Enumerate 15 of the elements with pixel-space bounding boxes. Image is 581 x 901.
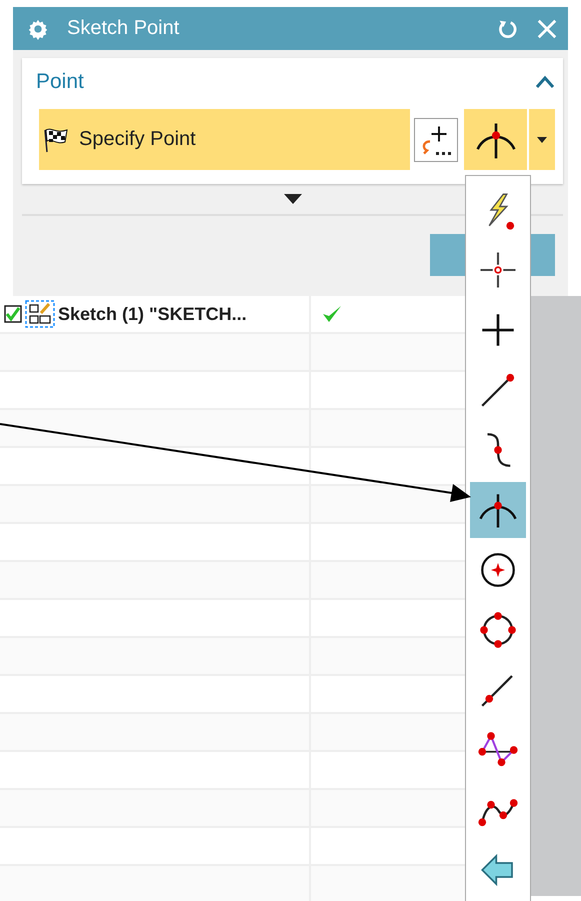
point-dialog-button[interactable]: [414, 118, 458, 162]
sketch-icon: [25, 300, 55, 328]
point-type-item[interactable]: [470, 482, 526, 538]
close-icon[interactable]: [536, 18, 558, 40]
group-title: Point: [36, 70, 84, 94]
dropdown-icon[interactable]: [537, 136, 547, 142]
selection-step[interactable]: Specify Point: [39, 109, 410, 170]
checkbox[interactable]: [4, 305, 22, 323]
settings-icon[interactable]: [27, 18, 49, 40]
collapse-icon[interactable]: [535, 75, 555, 89]
feature-name: Sketch (1) "SKETCH...: [58, 304, 247, 324]
step-label: Specify Point: [79, 128, 196, 151]
point-type-icon: [477, 609, 519, 651]
expand-icon[interactable]: [284, 194, 302, 204]
window-title: Sketch Point: [67, 17, 180, 40]
